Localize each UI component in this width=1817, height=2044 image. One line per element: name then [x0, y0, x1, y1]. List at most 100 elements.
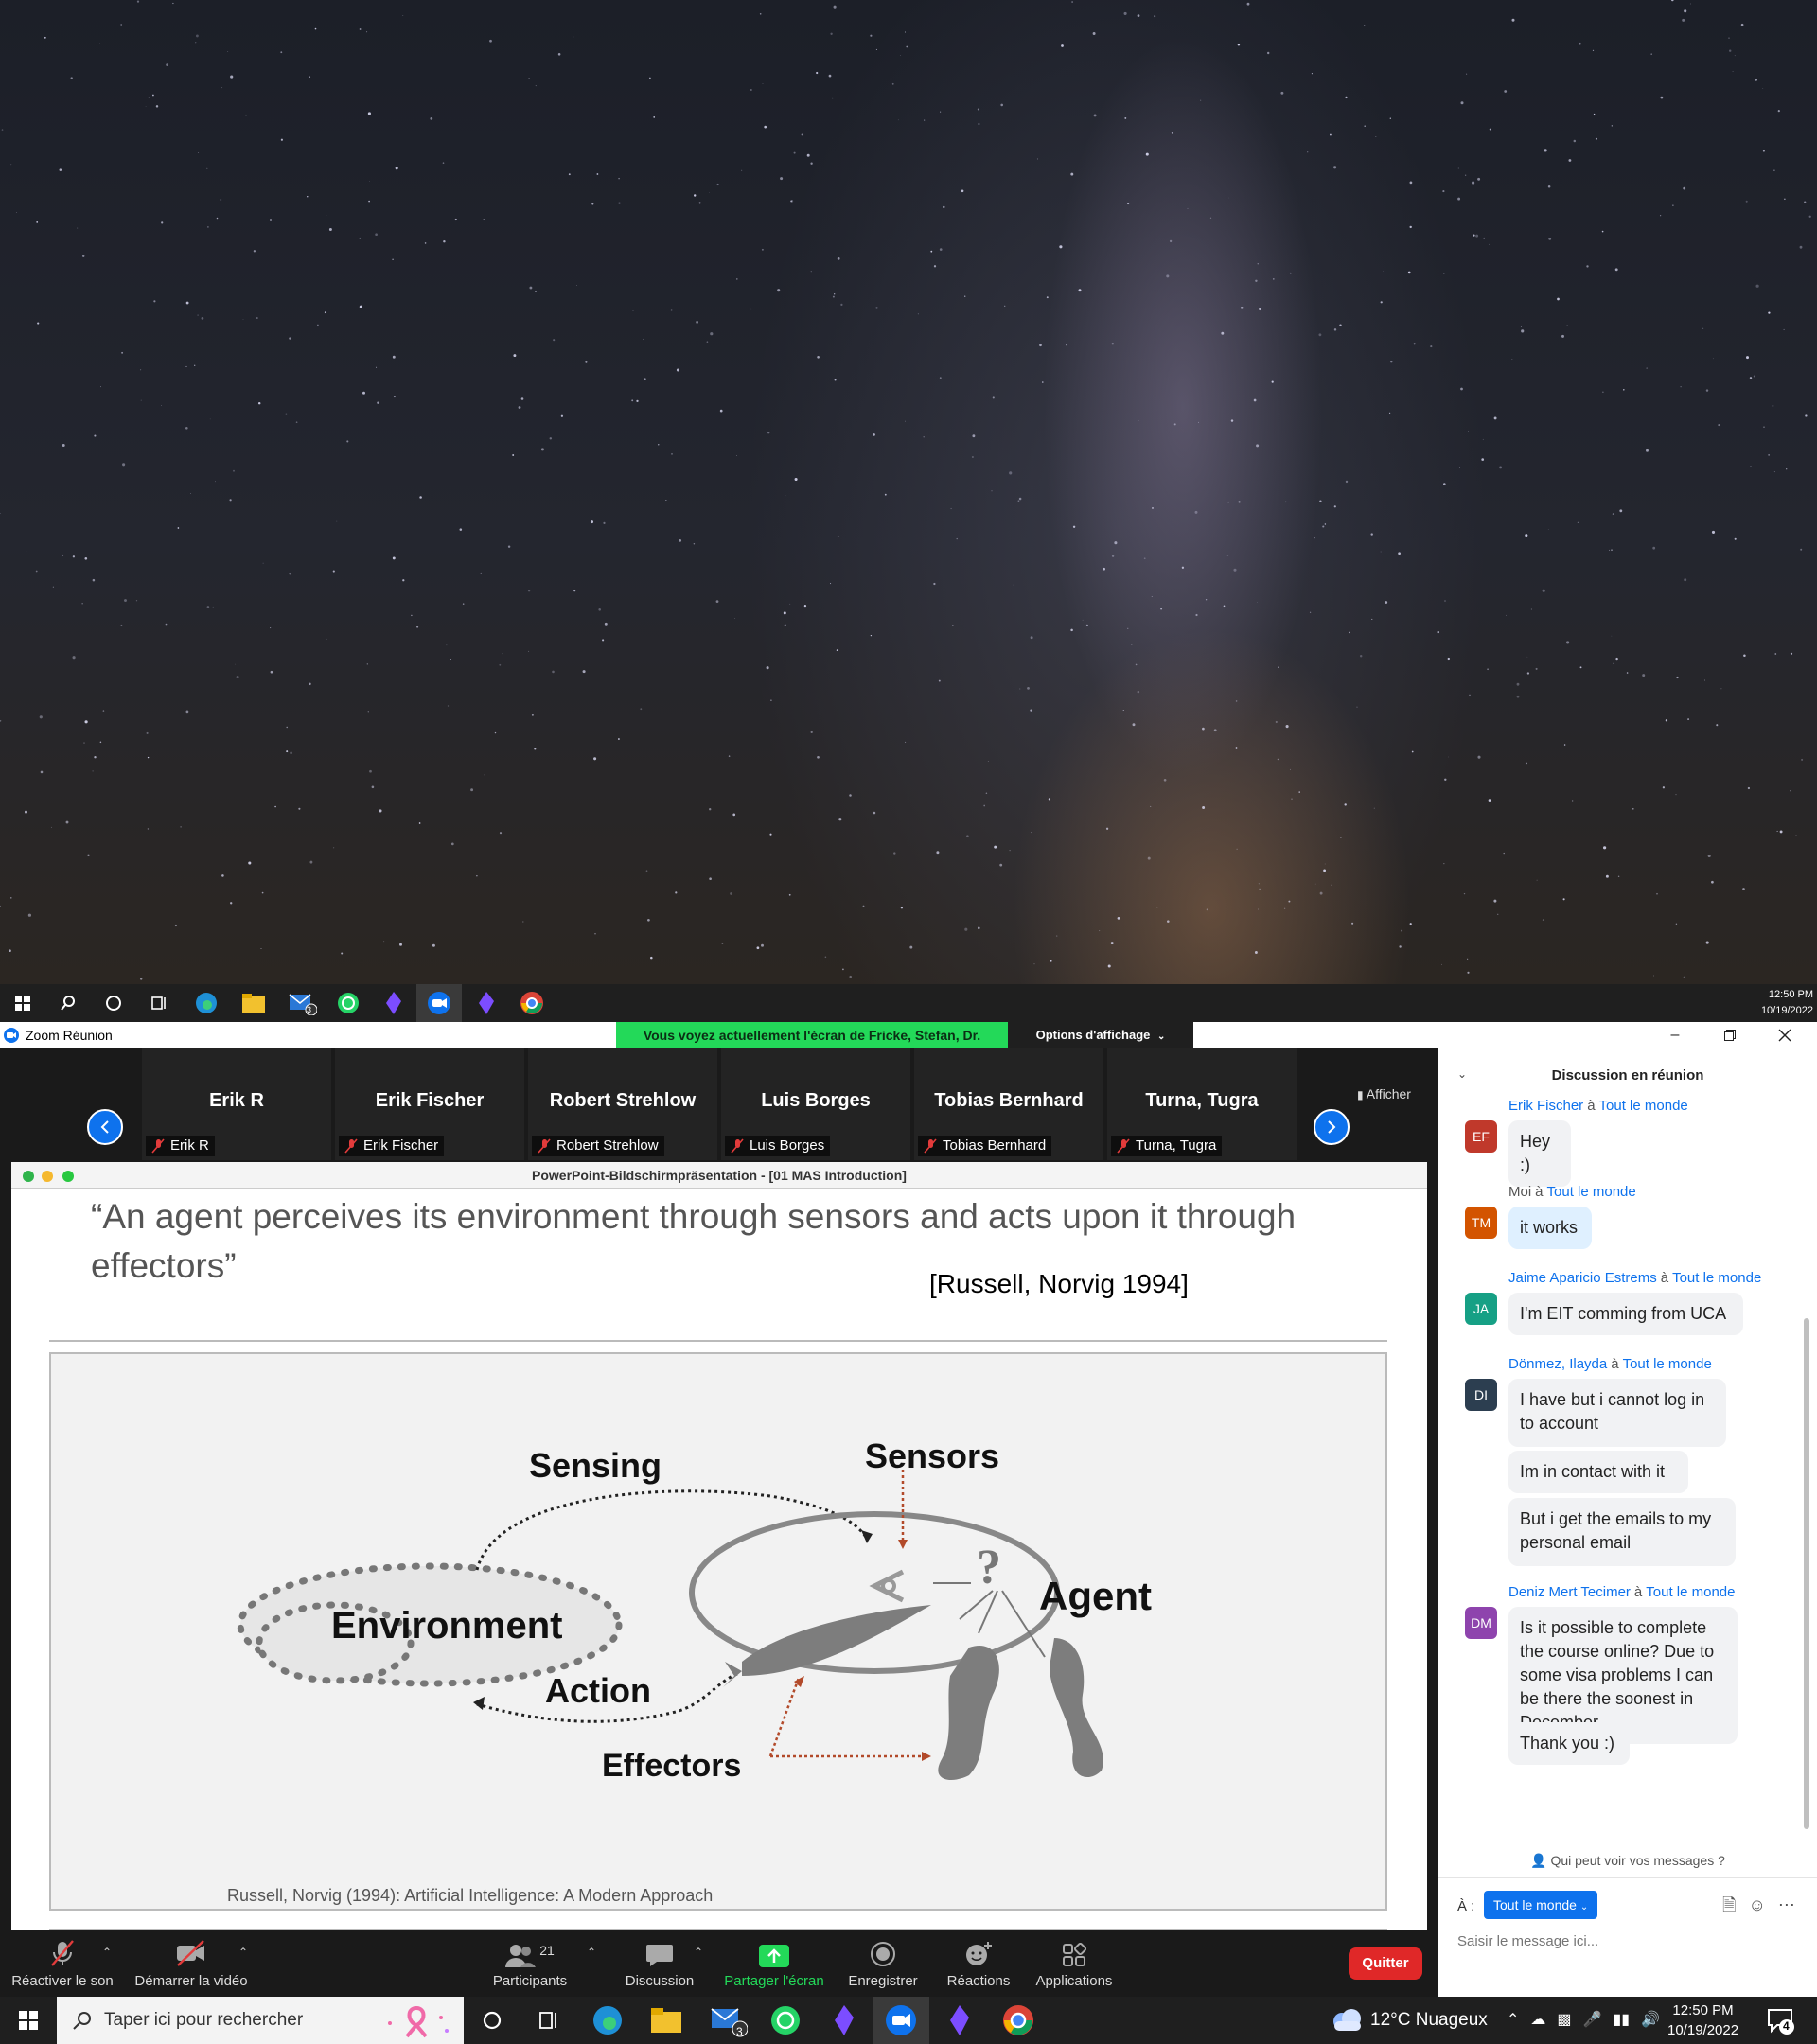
participant-tile[interactable]: Luis Borges Luis Borges	[721, 1048, 910, 1160]
whatsapp-icon[interactable]	[333, 984, 363, 1022]
taskbar-clock[interactable]: 12:50 PM 10/19/2022	[1667, 2000, 1738, 2040]
reactions-button[interactable]: Réactions	[941, 1930, 1016, 1997]
participants-chevron-icon[interactable]: ⌃	[587, 1946, 596, 1959]
zoom-icon[interactable]	[873, 1997, 929, 2044]
participant-tile[interactable]: Turna, Tugra Turna, Tugra	[1107, 1048, 1297, 1160]
star	[1223, 605, 1226, 608]
mail-icon[interactable]: 3	[700, 1997, 757, 2044]
message-sender[interactable]: Jaime Aparicio Estrems à Tout le monde	[1508, 1270, 1761, 1286]
obsidian-icon[interactable]	[379, 984, 409, 1022]
message-sender[interactable]: Deniz Mert Tecimer à Tout le monde	[1508, 1584, 1736, 1600]
close-icon[interactable]	[1758, 1022, 1811, 1048]
chat-button[interactable]: Discussion	[620, 1930, 699, 1997]
record-button[interactable]: Enregistrer	[840, 1930, 926, 1997]
star	[596, 173, 599, 175]
audio-options-chevron-icon[interactable]: ⌃	[102, 1946, 112, 1959]
star	[1795, 835, 1797, 836]
who-can-see-link[interactable]: 👤 Qui peut voir vos messages ?	[1438, 1853, 1817, 1869]
star	[1626, 672, 1629, 674]
star	[1371, 618, 1373, 620]
search-icon[interactable]	[53, 984, 83, 1022]
gallery-prev-button[interactable]	[87, 1109, 123, 1145]
gallery-next-button[interactable]	[1314, 1109, 1350, 1145]
edge-icon[interactable]	[579, 1997, 636, 2044]
share-screen-button[interactable]: Partager l'écran	[719, 1930, 829, 1997]
microphone-icon[interactable]: 🎤	[1583, 2010, 1602, 2029]
file-explorer-icon[interactable]	[638, 1997, 695, 2044]
taskbar-search[interactable]: Taper ici pour rechercher	[57, 1997, 464, 2044]
chat-message-input[interactable]	[1457, 1927, 1798, 1955]
star	[147, 828, 150, 830]
more-icon[interactable]: ⋯	[1778, 1895, 1795, 1914]
unmute-button[interactable]: Réactiver le son	[9, 1930, 115, 1997]
star	[528, 78, 530, 79]
onedrive-cloud-icon[interactable]: ☁	[1530, 2010, 1545, 2029]
star	[1544, 149, 1547, 152]
message-sender[interactable]: Erik Fischer à Tout le monde	[1508, 1098, 1688, 1114]
emoji-icon[interactable]: ☺	[1749, 1895, 1766, 1914]
cortana-icon[interactable]	[98, 984, 129, 1022]
weather-widget[interactable]	[1331, 2006, 1363, 2037]
star	[665, 500, 667, 501]
participant-tile[interactable]: Tobias Bernhard Tobias Bernhard	[914, 1048, 1103, 1160]
star	[1257, 263, 1259, 265]
view-options-button[interactable]: Options d'affichage ⌄	[1008, 1022, 1193, 1048]
recipient-select[interactable]: Tout le monde ⌄	[1484, 1891, 1598, 1919]
volume-icon[interactable]: 🔊	[1641, 2010, 1660, 2029]
windows-icon[interactable]	[8, 984, 38, 1022]
participant-tile[interactable]: Erik Fischer Erik Fischer	[335, 1048, 524, 1160]
meet-now-icon[interactable]: ▩	[1557, 2010, 1571, 2029]
tray-chevron-up-icon[interactable]: ⌃	[1507, 2010, 1519, 2029]
star	[1283, 907, 1286, 909]
star	[1235, 747, 1238, 749]
star	[983, 804, 986, 807]
file-explorer-icon[interactable]	[238, 984, 269, 1022]
chat-scrollbar[interactable]	[1804, 1318, 1809, 1829]
start-video-button[interactable]: Démarrer la vidéo	[132, 1930, 250, 1997]
star	[1784, 198, 1786, 200]
star	[120, 624, 123, 626]
minimize-icon[interactable]: –	[1649, 1022, 1702, 1048]
battery-icon[interactable]: ▮▮	[1613, 2010, 1630, 2029]
task-view-icon[interactable]	[520, 1997, 577, 2044]
taskbar-clock-top[interactable]: 12:50 PM 10/19/2022	[1761, 987, 1813, 1019]
video-options-chevron-icon[interactable]: ⌃	[238, 1946, 248, 1959]
cortana-icon[interactable]	[464, 1997, 520, 2044]
show-gallery-button[interactable]: ▮ Afficher	[1357, 1086, 1411, 1101]
chevron-down-icon: ⌄	[1157, 1031, 1166, 1042]
star	[40, 770, 44, 774]
star	[1660, 96, 1664, 99]
obsidian-icon[interactable]	[931, 1997, 988, 2044]
edge-icon[interactable]	[191, 984, 221, 1022]
quit-button[interactable]: Quitter	[1349, 1947, 1422, 1980]
file-icon[interactable]: 🗎	[1722, 1895, 1736, 1914]
message-sender[interactable]: Moi à Tout le monde	[1508, 1184, 1636, 1200]
star	[1110, 942, 1114, 945]
unmute-label: Réactiver le son	[11, 1973, 114, 1989]
star	[1542, 919, 1544, 921]
participant-tile[interactable]: Robert Strehlow Robert Strehlow	[528, 1048, 717, 1160]
windows-icon[interactable]	[0, 1997, 57, 2044]
obsidian-icon[interactable]	[816, 1997, 873, 2044]
apps-button[interactable]: Applications	[1032, 1930, 1117, 1997]
star	[1711, 530, 1716, 534]
chrome-icon[interactable]	[517, 984, 547, 1022]
zoom-app-icon	[4, 1028, 19, 1048]
task-view-icon[interactable]	[144, 984, 174, 1022]
mail-icon[interactable]: 3	[286, 984, 320, 1022]
star	[1030, 709, 1032, 712]
participant-tile[interactable]: Erik R Erik R	[142, 1048, 331, 1160]
restore-icon[interactable]	[1703, 1022, 1756, 1048]
star	[1275, 720, 1278, 724]
chat-chevron-icon[interactable]: ⌃	[694, 1946, 703, 1959]
obsidian-icon[interactable]	[471, 984, 502, 1022]
star	[190, 493, 191, 494]
message-sender[interactable]: Dönmez, Ilayda à Tout le monde	[1508, 1356, 1712, 1372]
participants-button[interactable]: 21 Participants	[487, 1930, 573, 1997]
zoom-icon[interactable]	[416, 984, 462, 1022]
star	[209, 418, 211, 420]
star	[824, 956, 827, 959]
chrome-icon[interactable]	[990, 1997, 1047, 2044]
notifications-icon[interactable]: 4	[1766, 2006, 1794, 2039]
whatsapp-icon[interactable]	[757, 1997, 814, 2044]
